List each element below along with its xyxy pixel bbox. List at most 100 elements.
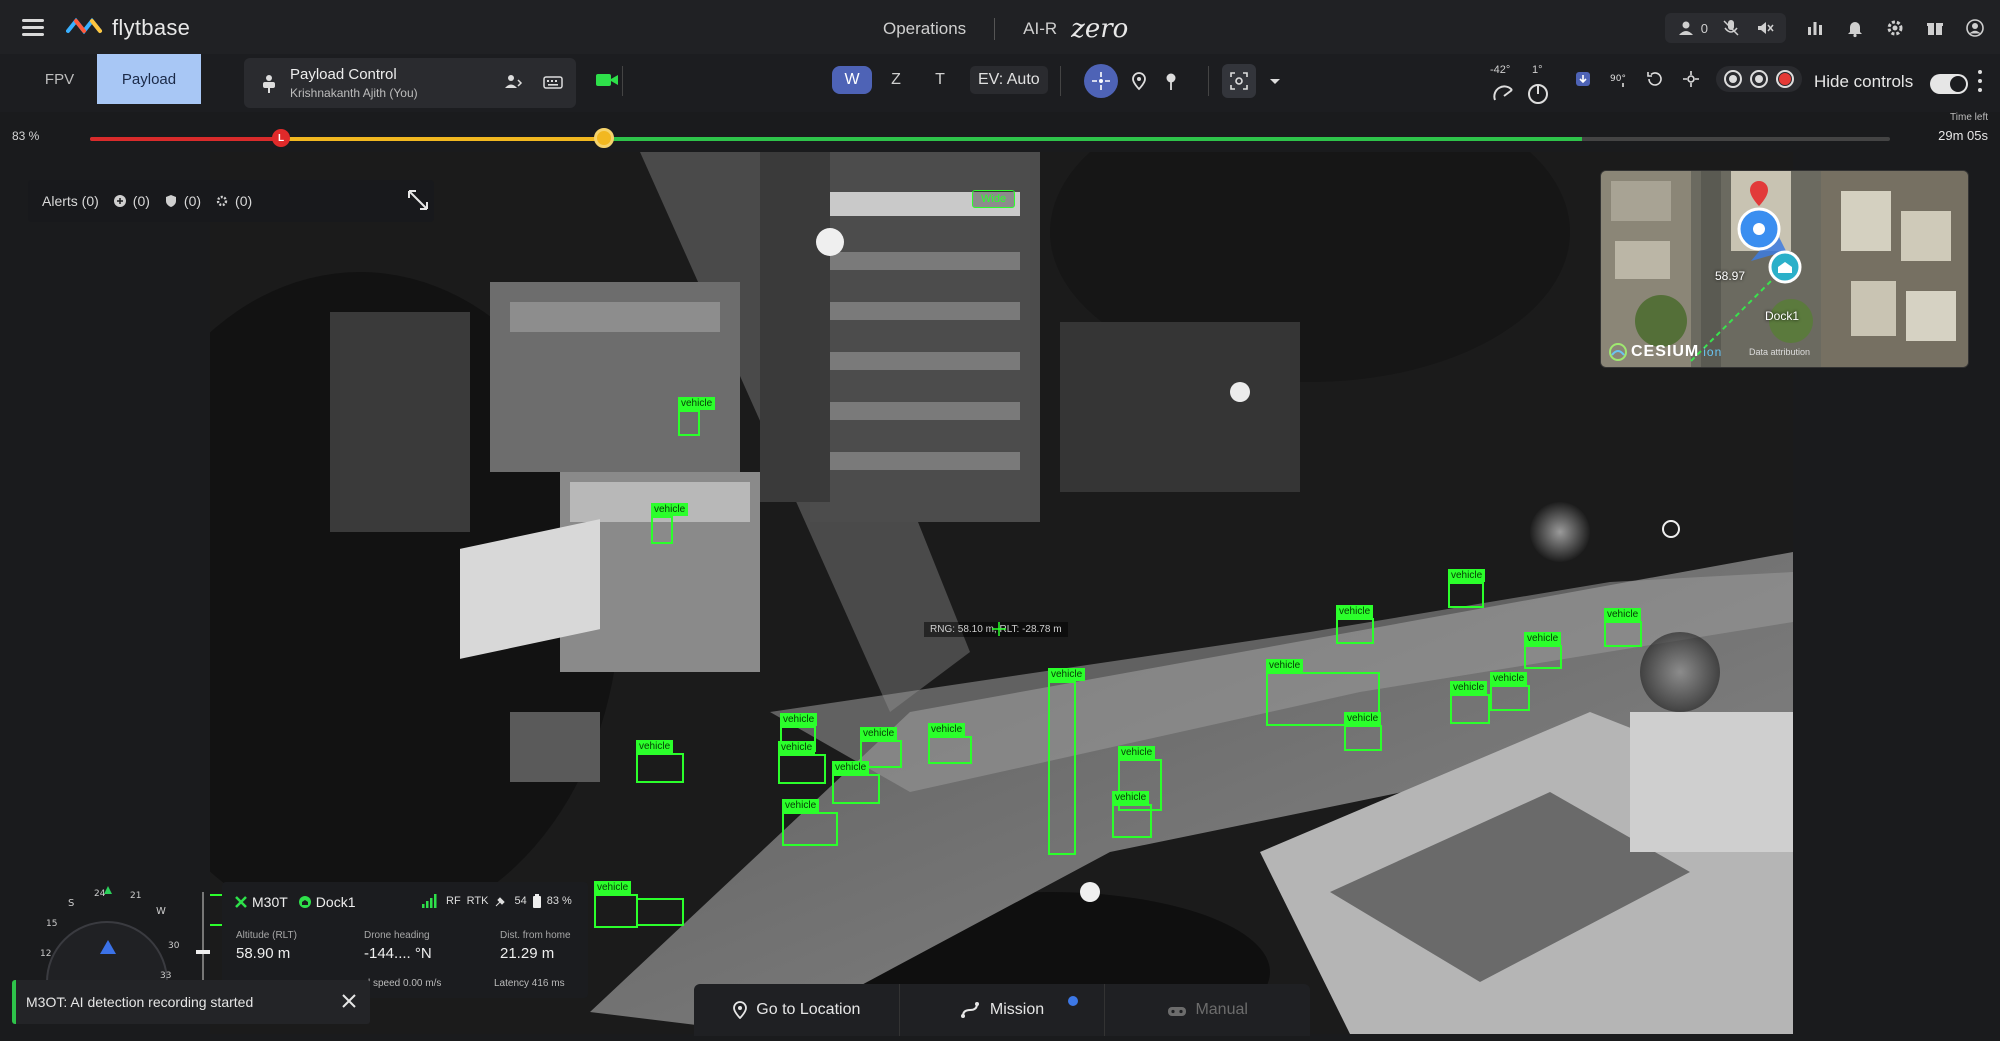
vehicle-detection-box[interactable]: vehicle xyxy=(1336,605,1374,644)
satellite-icon xyxy=(496,897,506,907)
map-provider: CESIUM ion xyxy=(1609,343,1722,361)
drone-center-icon[interactable] xyxy=(1680,68,1702,90)
compass-12: 12 xyxy=(40,949,51,959)
vehicle-detection-box[interactable]: vehicle xyxy=(1448,569,1486,608)
satellite-map xyxy=(1601,171,1968,367)
hide-controls-toggle[interactable] xyxy=(1930,74,1968,94)
gimbal-pitch: -42° xyxy=(1490,64,1511,76)
vehicle-detection-box[interactable]: vehicle xyxy=(1450,681,1490,724)
drone-battery: 83 % xyxy=(546,895,572,907)
battery-critical-segment xyxy=(90,137,282,141)
detection-label: vehicle xyxy=(780,713,818,726)
gimbal-90-icon[interactable]: 90° xyxy=(1608,68,1630,90)
vehicle-detection-box[interactable]: vehicle xyxy=(928,723,972,764)
user-count: 0 xyxy=(1700,20,1708,36)
flight-mode-bar: Go to Location Mission Manual xyxy=(694,984,1310,1036)
detection-label: vehicle xyxy=(1448,569,1486,582)
battery-timeline: 83 % L Time left 29m 05s xyxy=(0,112,2000,152)
analytics-icon[interactable] xyxy=(1804,17,1826,39)
vehicle-detection-box[interactable]: vehicle xyxy=(1524,632,1562,669)
battery-track xyxy=(90,137,1890,141)
control-handover-icon[interactable] xyxy=(502,71,524,93)
detection-label: vehicle xyxy=(1118,746,1156,759)
vehicle-detection-box[interactable]: vehicle xyxy=(594,881,638,928)
toolbar-divider xyxy=(1208,66,1209,96)
altitude-label: Altitude (RLT) xyxy=(236,930,297,941)
brand-name: flytbase xyxy=(112,15,191,40)
vehicle-detection-box[interactable]: vehicle xyxy=(1112,791,1152,838)
gift-icon[interactable] xyxy=(1924,17,1946,39)
vehicle-detection-box[interactable]: vehicle xyxy=(832,761,880,804)
nav-air[interactable]: AI-R xyxy=(1023,19,1057,39)
center-target-icon[interactable] xyxy=(1084,64,1118,98)
vehicle-detection-box[interactable]: vehicle xyxy=(1490,672,1530,711)
chevron-down-icon[interactable] xyxy=(1264,70,1286,92)
mission-button[interactable]: Mission xyxy=(900,984,1106,1036)
lens-zoom-button[interactable]: Z xyxy=(876,66,916,94)
nav-zero[interactable]: zero xyxy=(1071,14,1128,44)
detection-label: vehicle xyxy=(860,727,898,740)
burst-capture-icon[interactable] xyxy=(1750,70,1768,88)
detection-label: vehicle xyxy=(594,881,632,894)
more-options-icon[interactable] xyxy=(1978,70,1984,92)
menu-icon[interactable] xyxy=(22,19,44,36)
map-dock-label: Dock1 xyxy=(1765,309,1800,323)
map-attribution[interactable]: Data attribution xyxy=(1749,347,1810,357)
users-icon[interactable] xyxy=(1675,17,1697,39)
photo-capture-icon[interactable] xyxy=(1724,70,1742,88)
location-pin-icon[interactable] xyxy=(1128,70,1150,92)
speaker-off-icon[interactable] xyxy=(1754,17,1776,39)
drone-model: M30T xyxy=(252,894,288,910)
vehicle-detection-box[interactable] xyxy=(636,898,684,926)
gear-icon[interactable] xyxy=(1884,17,1906,39)
status-group: 0 xyxy=(1664,13,1786,43)
gimbal-pitch-icon xyxy=(1493,85,1513,101)
map-provider-suffix: ion xyxy=(1703,345,1723,359)
vehicle-detection-box[interactable]: vehicle xyxy=(1344,712,1382,751)
alerts-bar[interactable]: Alerts (0) (0) (0) (0) xyxy=(28,180,434,222)
vehicle-detection-box[interactable] xyxy=(636,739,684,765)
alerts-label: Alerts (0) xyxy=(42,193,99,209)
mission-label: Mission xyxy=(989,1001,1045,1018)
time-left-value: 29m 05s xyxy=(1938,128,1988,143)
detection-label: vehicle xyxy=(1524,632,1562,645)
account-icon[interactable] xyxy=(1964,17,1986,39)
ai-detect-frame-icon[interactable] xyxy=(1222,64,1256,98)
exposure-button[interactable]: EV: Auto xyxy=(970,66,1048,94)
tab-payload[interactable]: Payload xyxy=(97,54,201,104)
gimbal-control-icon xyxy=(263,75,275,93)
brand-logo: flytbase xyxy=(66,14,190,42)
signal-icon xyxy=(422,894,437,908)
record-icon[interactable] xyxy=(1776,70,1794,88)
mic-off-icon[interactable] xyxy=(1720,17,1742,39)
vehicle-detection-box[interactable]: vehicle xyxy=(1048,668,1086,855)
expand-icon[interactable] xyxy=(406,188,430,212)
gimbal-reset-icon[interactable] xyxy=(1644,68,1666,90)
nav-operations[interactable]: Operations xyxy=(883,19,966,39)
link-type: RF xyxy=(446,895,461,907)
poi-pin-icon[interactable] xyxy=(1160,70,1182,92)
minimap[interactable]: 58.97 Dock1 CESIUM ion Data attribution xyxy=(1600,170,1969,368)
vehicle-detection-box[interactable]: vehicle xyxy=(782,799,838,846)
landing-icon[interactable] xyxy=(1572,68,1594,90)
bell-icon[interactable] xyxy=(1844,17,1866,39)
vehicle-detection-box[interactable]: vehicle xyxy=(1604,608,1642,647)
payload-control-card[interactable]: Payload Control Krishnakanth Ajith (You) xyxy=(244,58,576,108)
keyboard-icon[interactable] xyxy=(542,71,564,93)
video-camera-icon[interactable] xyxy=(595,71,619,89)
lens-wide-button[interactable]: W xyxy=(832,66,872,94)
close-icon[interactable] xyxy=(340,992,358,1010)
capture-controls xyxy=(1716,66,1802,92)
manual-label: Manual xyxy=(1195,1001,1248,1018)
vehicle-detection-box[interactable]: vehicle xyxy=(651,503,689,544)
go-to-location-button[interactable]: Go to Location xyxy=(694,984,900,1036)
compass-15: 15 xyxy=(46,919,57,929)
vehicle-detection-box[interactable]: vehicle xyxy=(778,741,826,784)
manual-button[interactable]: Manual xyxy=(1105,984,1310,1036)
rth-threshold-marker[interactable] xyxy=(594,128,614,148)
tab-fpv[interactable]: FPV xyxy=(22,54,97,104)
lens-thermal-button[interactable]: T xyxy=(920,66,960,94)
detection-label: vehicle xyxy=(651,503,689,516)
detection-label: vehicle xyxy=(928,723,966,736)
vehicle-detection-box[interactable]: vehicle xyxy=(678,397,716,436)
